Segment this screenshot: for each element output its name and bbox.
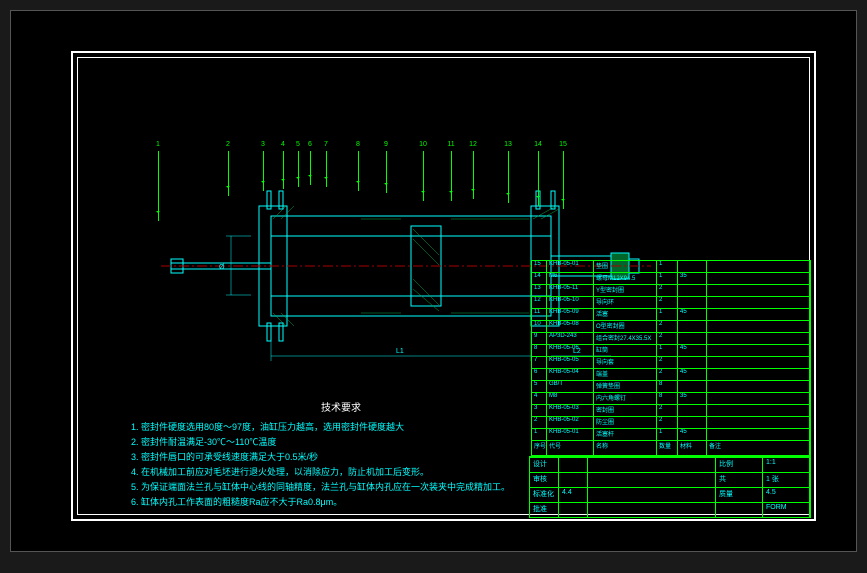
part-row: 6KHB-05-04端盖245 bbox=[531, 368, 811, 380]
part-row: 15KHB-05-01垫圈1 bbox=[531, 260, 811, 272]
parts-header: 序号代号名称数量材料备注 bbox=[531, 440, 811, 456]
callout-10: 10 bbox=[416, 141, 430, 151]
callout-13: 13 bbox=[501, 141, 515, 151]
part-row: 4M8内六角螺钉835 bbox=[531, 392, 811, 404]
tb-check: 审核 bbox=[530, 473, 559, 487]
callout-1: 1 bbox=[151, 141, 165, 151]
part-row: 11KHB-05-09活塞145 bbox=[531, 308, 811, 320]
callout-11: 11 bbox=[444, 141, 458, 151]
parts-list: 15KHB-05-01垫圈114M6螺母M12X94.513513KHB-05-… bbox=[531, 260, 811, 456]
title-block: 设计 比例 1:1 审核 共 1 张 标准化4.4 质量 4.5 批准 FORM bbox=[529, 456, 811, 518]
part-row: 8KHB-05-06缸筒145 bbox=[531, 344, 811, 356]
callout-14: 14 bbox=[531, 141, 545, 151]
dim-length: L1 bbox=[396, 348, 404, 355]
callout-2: 2 bbox=[221, 141, 235, 151]
part-row: 14M6螺母M12X94.5135 bbox=[531, 272, 811, 284]
tb-mass-label: 质量 bbox=[716, 488, 763, 502]
part-row: 10KHB-05-08O型密封圈2 bbox=[531, 320, 811, 332]
technical-notes: 技术要求 1. 密封件硬度选用80度～97度，油缸压力越高，选用密封件硬度越大 … bbox=[131, 401, 551, 510]
tb-design: 设计 bbox=[530, 458, 559, 472]
note-2: 2. 密封件耐温满足-30℃～110℃温度 bbox=[131, 435, 551, 450]
note-6: 6. 缸体内孔工作表面的粗糙度Ra应不大于Ra0.8μm。 bbox=[131, 495, 551, 510]
part-row: 7KHB-05-05导向套2 bbox=[531, 356, 811, 368]
callout-7: 7 bbox=[319, 141, 333, 151]
callout-12: 12 bbox=[466, 141, 480, 151]
tb-appr: 批准 bbox=[530, 503, 559, 517]
part-row: 9AP3D-243组合密封27.4X35.5X2 bbox=[531, 332, 811, 344]
tb-sheet-label: 共 bbox=[716, 473, 763, 487]
part-row: 13KHB-05-11Y型密封圈2 bbox=[531, 284, 811, 296]
note-5: 5. 为保证端面法兰孔与缸体中心线的同轴精度，法兰孔与缸体内孔应在一次装夹中完成… bbox=[131, 480, 551, 495]
tb-std: 标准化 bbox=[530, 488, 559, 502]
part-row: 2KHB-05-02防尘圈2 bbox=[531, 416, 811, 428]
tb-mass: 4.5 bbox=[763, 488, 810, 502]
tb-fmt: FORM bbox=[763, 503, 810, 517]
tb-scale-label: 比例 bbox=[716, 458, 763, 472]
callout-9: 9 bbox=[379, 141, 393, 151]
part-row: 3KHB-05-03密封圈2 bbox=[531, 404, 811, 416]
note-3: 3. 密封件唇口的可承受线速度满足大于0.5米/秒 bbox=[131, 450, 551, 465]
part-row: 12KHB-05-10导向环2 bbox=[531, 296, 811, 308]
part-row: 1KHB-05-01活塞杆145 bbox=[531, 428, 811, 440]
part-row: 5GB/T弹簧垫圈8 bbox=[531, 380, 811, 392]
tb-scale: 1:1 bbox=[763, 458, 810, 472]
callout-8: 8 bbox=[351, 141, 365, 151]
notes-title: 技术要求 bbox=[131, 401, 551, 416]
note-4: 4. 在机械加工前应对毛坯进行退火处理，以消除应力，防止机加工后变形。 bbox=[131, 465, 551, 480]
callout-4: 4 bbox=[276, 141, 290, 151]
callout-3: 3 bbox=[256, 141, 270, 151]
note-1: 1. 密封件硬度选用80度～97度，油缸压力越高，选用密封件硬度越大 bbox=[131, 420, 551, 435]
callout-15: 15 bbox=[556, 141, 570, 151]
callout-6: 6 bbox=[303, 141, 317, 151]
